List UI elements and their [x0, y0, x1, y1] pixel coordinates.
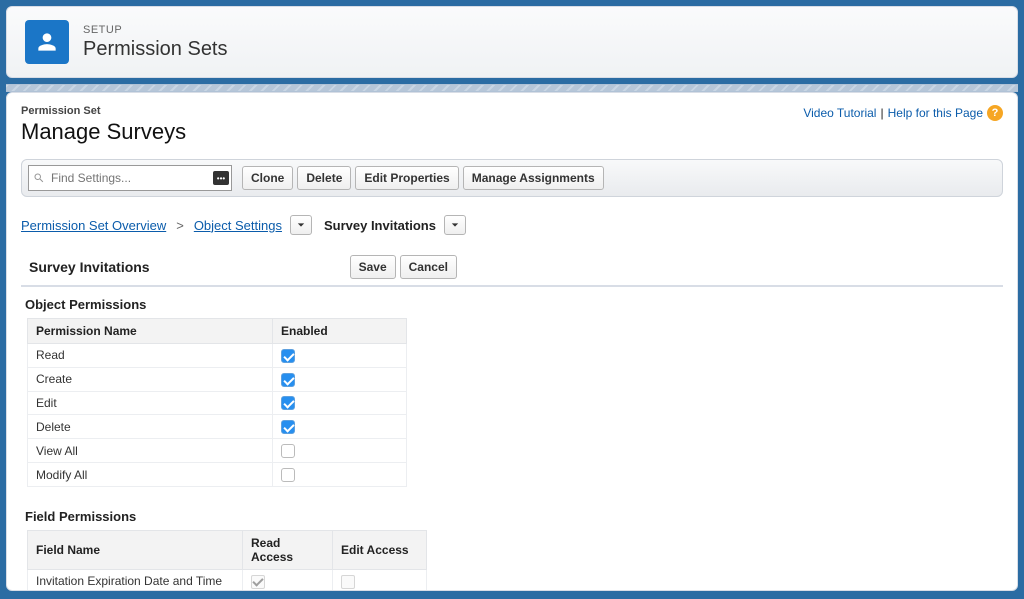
pattern-band — [6, 84, 1018, 92]
edit-properties-button[interactable]: Edit Properties — [355, 166, 458, 190]
page-sub: Permission Set — [21, 105, 186, 117]
enabled-checkbox[interactable] — [281, 468, 295, 482]
field-permissions-label: Field Permissions — [25, 509, 1003, 524]
setup-header: SETUP Permission Sets — [6, 6, 1018, 78]
cancel-button[interactable]: Cancel — [400, 255, 457, 279]
col-permission-name: Permission Name — [28, 319, 273, 344]
col-edit-access: Edit Access — [333, 530, 427, 569]
search-input[interactable] — [28, 165, 232, 191]
breadcrumb-current: Survey Invitations — [324, 218, 436, 233]
table-row: View All — [28, 439, 407, 463]
permission-name: View All — [28, 439, 273, 463]
permission-name: Delete — [28, 415, 273, 439]
field-permissions-table: Field Name Read Access Edit Access Invit… — [27, 530, 427, 591]
delete-button[interactable]: Delete — [297, 166, 351, 190]
permission-name: Read — [28, 344, 273, 368]
breadcrumb: Permission Set Overview > Object Setting… — [21, 215, 1003, 235]
table-row: Modify All — [28, 463, 407, 487]
breadcrumb-overview[interactable]: Permission Set Overview — [21, 218, 166, 233]
video-tutorial-link[interactable]: Video Tutorial — [803, 106, 876, 120]
header-sub: SETUP — [83, 24, 228, 36]
enabled-checkbox[interactable] — [281, 396, 295, 410]
toolbar: ••• Clone Delete Edit Properties Manage … — [21, 159, 1003, 197]
divider — [21, 285, 1003, 287]
enabled-checkbox[interactable] — [281, 349, 295, 363]
object-permissions-table: Permission Name Enabled ReadCreateEditDe… — [27, 318, 407, 487]
permission-name: Create — [28, 367, 273, 391]
help-icon[interactable]: ? — [987, 105, 1003, 121]
table-row: Invitation Expiration Date and Time — [28, 569, 427, 591]
user-icon — [25, 20, 69, 64]
edit-access-checkbox — [341, 575, 355, 589]
table-row: Delete — [28, 415, 407, 439]
enabled-checkbox[interactable] — [281, 420, 295, 434]
clone-button[interactable]: Clone — [242, 166, 293, 190]
col-field-name: Field Name — [28, 530, 243, 569]
header-title: Permission Sets — [83, 38, 228, 61]
search-icon — [33, 172, 45, 184]
save-button[interactable]: Save — [350, 255, 396, 279]
objsettings-dropdown[interactable] — [290, 215, 312, 235]
field-name: Invitation Expiration Date and Time — [28, 569, 243, 591]
section-title: Survey Invitations — [29, 259, 150, 275]
search-shortcut-icon[interactable]: ••• — [213, 171, 229, 185]
enabled-checkbox[interactable] — [281, 373, 295, 387]
col-read-access: Read Access — [243, 530, 333, 569]
breadcrumb-objsettings[interactable]: Object Settings — [194, 218, 282, 233]
current-dropdown[interactable] — [444, 215, 466, 235]
permission-name: Modify All — [28, 463, 273, 487]
page-title: Manage Surveys — [21, 119, 186, 145]
object-permissions-label: Object Permissions — [25, 297, 1003, 312]
table-row: Create — [28, 367, 407, 391]
table-row: Edit — [28, 391, 407, 415]
col-enabled: Enabled — [273, 319, 407, 344]
permission-name: Edit — [28, 391, 273, 415]
help-link[interactable]: Help for this Page — [888, 106, 983, 120]
manage-assignments-button[interactable]: Manage Assignments — [463, 166, 604, 190]
table-row: Read — [28, 344, 407, 368]
enabled-checkbox[interactable] — [281, 444, 295, 458]
read-access-checkbox — [251, 575, 265, 589]
